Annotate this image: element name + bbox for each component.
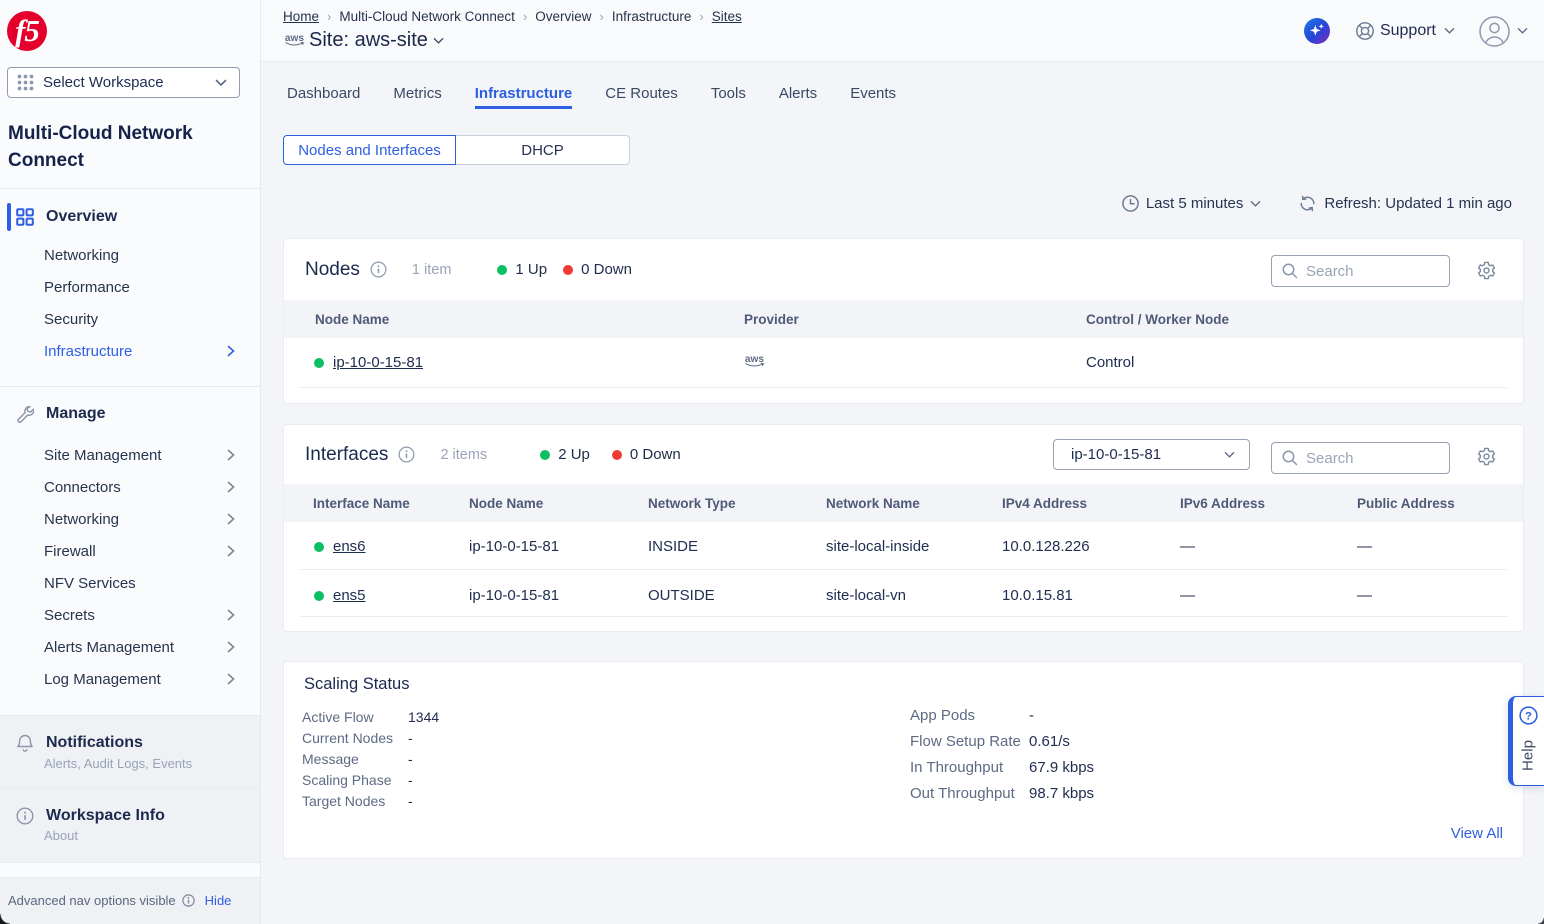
svg-text:?: ? <box>1525 710 1532 722</box>
